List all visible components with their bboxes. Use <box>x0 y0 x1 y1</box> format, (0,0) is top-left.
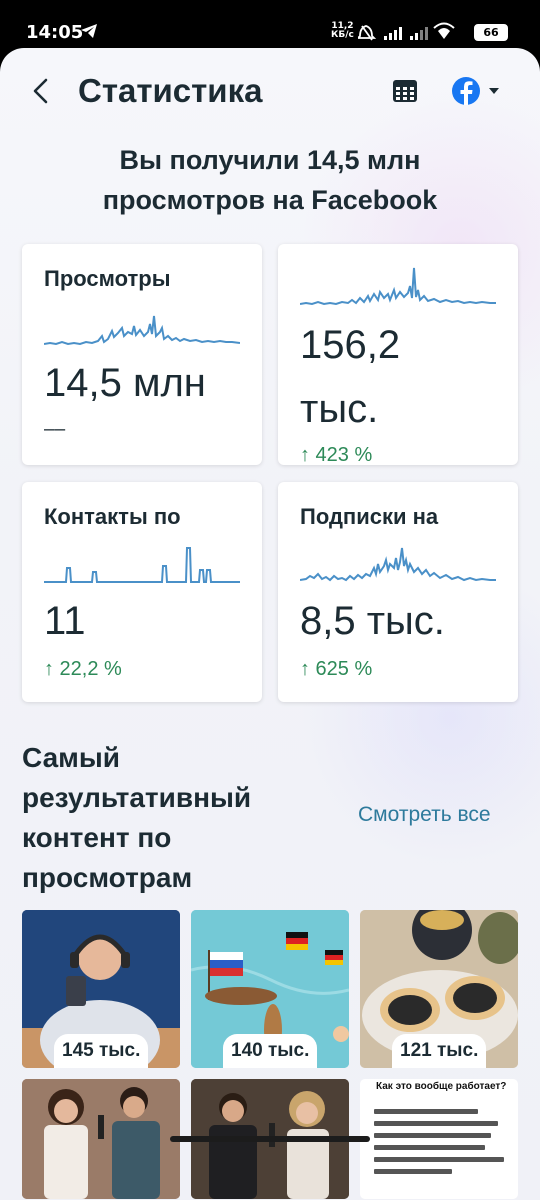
reach-card[interactable]: 156,2 тыс. ↑ 423 % <box>278 244 518 465</box>
header: Статистика <box>0 48 540 136</box>
video-preview-image <box>22 1079 180 1199</box>
card-value: 14,5 млн <box>44 361 206 405</box>
home-indicator <box>170 1136 370 1142</box>
see-all-link[interactable]: Смотреть все <box>358 803 491 827</box>
content-thumbnail[interactable]: 121 тыс. <box>360 910 518 1068</box>
card-delta: ↑ 22,2 % <box>44 658 122 680</box>
page-title: Статистика <box>78 72 263 109</box>
contacts-sparkline <box>44 547 240 583</box>
card-title: Подписки на <box>300 504 439 529</box>
content-thumbnail[interactable]: Как это вообще работает? <box>360 1079 518 1199</box>
telegram-icon <box>81 24 97 38</box>
card-value: 11 <box>44 599 86 643</box>
followers-card[interactable]: Подписки на 8,5 тыс. ↑ 625 % <box>278 482 518 702</box>
battery-indicator: 66 <box>474 24 508 41</box>
document-title: Как это вообще работает? <box>376 1081 507 1092</box>
card-value-unit: тыс. <box>300 387 379 431</box>
content-thumbnail[interactable]: 140 тыс. <box>191 910 349 1068</box>
section-title: Самый результативный контент по просмотр… <box>22 742 252 893</box>
card-value: 156,2 <box>300 323 401 367</box>
summary-headline: Вы получили 14,5 млн просмотров на Faceb… <box>102 145 438 215</box>
followers-sparkline <box>300 547 496 582</box>
content-thumbnail[interactable]: 145 тыс. <box>22 910 180 1068</box>
card-title: Контакты по <box>44 504 181 529</box>
facebook-account-switcher[interactable] <box>450 74 506 108</box>
network-speed: 11,2 КБ/с <box>331 21 354 40</box>
contacts-card[interactable]: Контакты по 11 ↑ 22,2 % <box>22 482 262 702</box>
card-value: 8,5 тыс. <box>300 599 445 643</box>
screen: Статистика Вы получили 14,5 млн просмотр… <box>0 48 540 1200</box>
views-badge: 145 тыс. <box>54 1034 149 1068</box>
views-badge: 140 тыс. <box>223 1034 318 1068</box>
card-delta: ↑ 625 % <box>300 658 373 680</box>
reach-sparkline <box>300 267 496 306</box>
card-title: Просмотры <box>44 266 171 291</box>
document-text-lines <box>374 1109 504 1181</box>
calendar-icon[interactable] <box>390 76 420 106</box>
back-arrow-icon[interactable] <box>28 76 54 106</box>
signal-icons <box>358 22 455 41</box>
views-card[interactable]: Просмотры 14,5 млн –– <box>22 244 262 465</box>
content-thumbnail[interactable] <box>22 1079 180 1199</box>
views-badge: 121 тыс. <box>392 1034 487 1068</box>
card-subtext: –– <box>44 419 66 440</box>
status-time: 14:05 <box>26 22 84 43</box>
views-sparkline <box>44 315 240 346</box>
card-delta: ↑ 423 % <box>300 444 373 465</box>
